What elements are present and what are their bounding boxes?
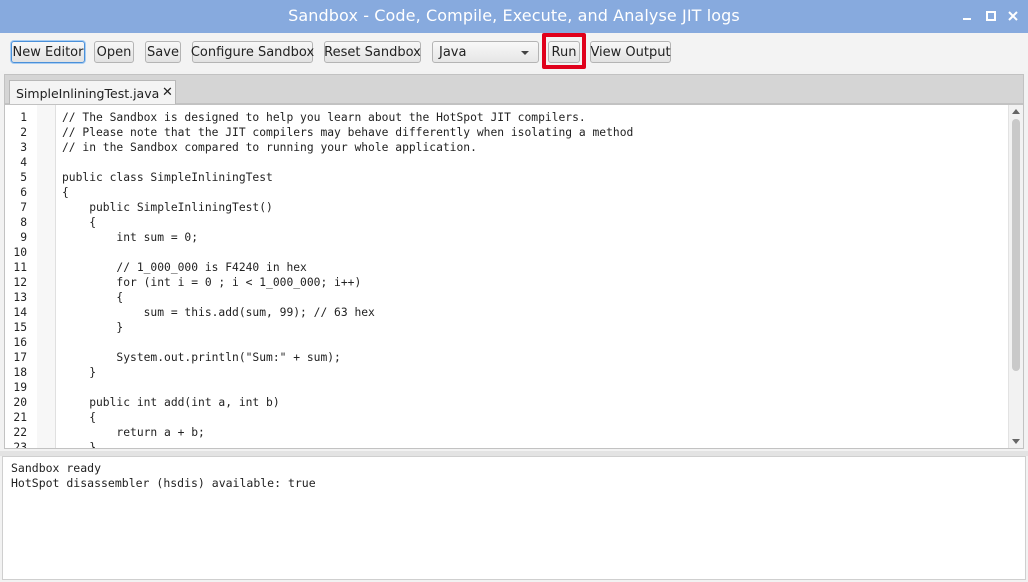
output-line: HotSpot disassembler (hsdis) available: … bbox=[11, 476, 316, 490]
fold-gutter bbox=[37, 105, 56, 448]
chevron-down-icon bbox=[521, 51, 529, 55]
run-highlight-box bbox=[542, 33, 586, 69]
scroll-up-icon[interactable] bbox=[1012, 109, 1020, 114]
view-output-button[interactable]: View Output bbox=[590, 41, 671, 63]
title-bar: Sandbox - Code, Compile, Execute, and An… bbox=[0, 0, 1028, 33]
line-number: 2 bbox=[20, 126, 27, 139]
line-number: 10 bbox=[13, 246, 27, 259]
line-number: 20 bbox=[13, 396, 27, 409]
line-number: 6 bbox=[20, 186, 27, 199]
line-number: 18 bbox=[13, 366, 27, 379]
code-line[interactable]: { bbox=[62, 215, 96, 230]
scroll-down-icon[interactable] bbox=[1012, 439, 1020, 444]
close-icon[interactable] bbox=[1006, 9, 1020, 23]
line-number: 3 bbox=[20, 141, 27, 154]
line-number: 5 bbox=[20, 171, 27, 184]
scrollbar-thumb[interactable] bbox=[1012, 119, 1020, 371]
close-icon[interactable]: ✕ bbox=[162, 85, 173, 100]
code-line[interactable]: // Please note that the JIT compilers ma… bbox=[62, 125, 633, 140]
line-number: 1 bbox=[20, 111, 27, 124]
line-number: 23 bbox=[13, 441, 27, 449]
code-line[interactable]: public SimpleInliningTest() bbox=[62, 200, 273, 215]
line-number: 15 bbox=[13, 321, 27, 334]
line-number: 13 bbox=[13, 291, 27, 304]
code-line[interactable]: } bbox=[62, 365, 96, 380]
window-title: Sandbox - Code, Compile, Execute, and An… bbox=[288, 6, 740, 25]
code-editor[interactable]: 1 2 3 4 5 6 7 8 9 10 11 12 13 14 15 16 17 18 19 20 21 22 23 //… bbox=[4, 104, 1024, 449]
line-number: 4 bbox=[20, 156, 27, 169]
code-line[interactable]: } bbox=[62, 320, 123, 335]
minimize-icon[interactable] bbox=[960, 9, 974, 23]
line-number: 7 bbox=[20, 201, 27, 214]
line-number: 12 bbox=[13, 276, 27, 289]
code-line[interactable]: public int add(int a, int b) bbox=[62, 395, 279, 410]
maximize-icon[interactable] bbox=[984, 9, 998, 23]
code-line[interactable]: } bbox=[62, 440, 96, 448]
reset-sandbox-button[interactable]: Reset Sandbox bbox=[324, 41, 421, 63]
open-button[interactable]: Open bbox=[94, 41, 134, 63]
output-line: Sandbox ready bbox=[11, 461, 102, 475]
vertical-scrollbar[interactable] bbox=[1008, 105, 1023, 448]
toolbar: New Editor Open Save Configure Sandbox R… bbox=[0, 33, 1028, 71]
code-line[interactable]: { bbox=[62, 185, 69, 200]
line-number: 17 bbox=[13, 351, 27, 364]
code-line[interactable]: System.out.println("Sum:" + sum); bbox=[62, 350, 340, 365]
line-number: 11 bbox=[13, 261, 27, 274]
configure-sandbox-button[interactable]: Configure Sandbox bbox=[191, 41, 314, 63]
code-line[interactable]: sum = this.add(sum, 99); // 63 hex bbox=[62, 305, 375, 320]
language-select[interactable]: Java bbox=[432, 41, 539, 63]
code-line[interactable]: { bbox=[62, 290, 123, 305]
editor-tab-strip: SimpleInliningTest.java ✕ bbox=[4, 74, 1024, 105]
code-line[interactable]: // in the Sandbox compared to running yo… bbox=[62, 140, 477, 155]
code-line[interactable]: for (int i = 0 ; i < 1_000_000; i++) bbox=[62, 275, 361, 290]
line-number: 8 bbox=[20, 216, 27, 229]
tab-label: SimpleInliningTest.java bbox=[16, 86, 160, 101]
code-line[interactable]: // The Sandbox is designed to help you l… bbox=[62, 110, 586, 125]
code-line[interactable]: // 1_000_000 is F4240 in hex bbox=[62, 260, 306, 275]
line-number-gutter: 1 2 3 4 5 6 7 8 9 10 11 12 13 14 15 16 17 18 19 20 21 22 23 bbox=[5, 105, 38, 448]
line-number: 21 bbox=[13, 411, 27, 424]
line-number: 22 bbox=[13, 426, 27, 439]
output-console: Sandbox ready HotSpot disassembler (hsdis… bbox=[2, 456, 1026, 580]
code-line[interactable]: return a + b; bbox=[62, 425, 204, 440]
line-number: 16 bbox=[13, 336, 27, 349]
save-button[interactable]: Save bbox=[145, 41, 181, 63]
tab-simpleinliningtest[interactable]: SimpleInliningTest.java ✕ bbox=[9, 80, 176, 105]
line-number: 14 bbox=[13, 306, 27, 319]
code-line[interactable]: int sum = 0; bbox=[62, 230, 198, 245]
code-line[interactable]: public class SimpleInliningTest bbox=[62, 170, 273, 185]
line-number: 19 bbox=[13, 381, 27, 394]
new-editor-button[interactable]: New Editor bbox=[11, 41, 85, 63]
language-select-value: Java bbox=[439, 45, 467, 60]
code-line[interactable]: { bbox=[62, 410, 96, 425]
line-number: 9 bbox=[20, 231, 27, 244]
